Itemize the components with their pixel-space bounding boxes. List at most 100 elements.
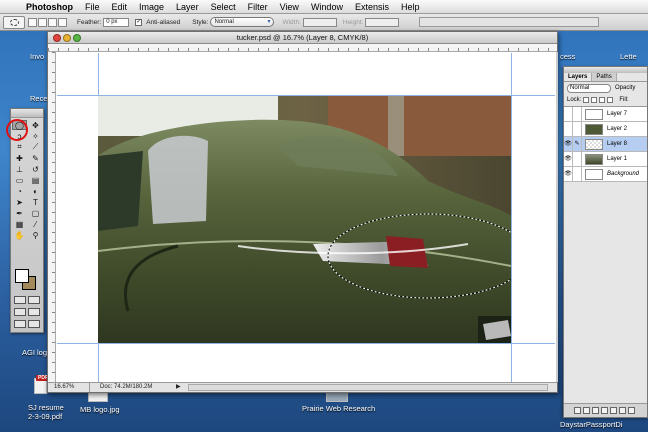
add-selection-button[interactable]	[38, 17, 47, 27]
desktop-label-rece[interactable]: Rece	[30, 94, 48, 103]
blend-mode-select[interactable]: Normal	[567, 83, 611, 93]
lock-image-toggle[interactable]	[591, 97, 598, 103]
type-tool-icon[interactable]: T	[28, 197, 43, 207]
new-layer-button[interactable]	[619, 407, 626, 414]
new-selection-button[interactable]	[28, 17, 37, 27]
menu-extensis[interactable]: Extensis	[349, 0, 395, 14]
desktop-label-sj-resume-file[interactable]: 2-3-09.pdf	[28, 412, 62, 421]
width-input[interactable]	[302, 17, 337, 27]
layer-row[interactable]: 👁 Layer 1	[564, 151, 647, 167]
vertical-scrollbar[interactable]	[556, 52, 558, 382]
eye-icon[interactable]: 👁	[564, 166, 573, 182]
canvas[interactable]	[57, 53, 555, 383]
zoom-field[interactable]: 16.67%	[52, 383, 90, 392]
link-toggle[interactable]	[573, 106, 582, 122]
feather-input[interactable]: 0 px	[103, 17, 130, 27]
eye-icon[interactable]: 👁	[564, 136, 573, 152]
car-photo[interactable]	[98, 96, 511, 343]
imageready-button[interactable]	[14, 320, 26, 328]
shape-tool-icon[interactable]: ▢	[28, 208, 43, 218]
full-screen-button[interactable]	[28, 308, 40, 316]
layer-style-button[interactable]	[583, 407, 590, 414]
hand-tool-icon[interactable]: ✋	[12, 230, 27, 240]
doc-size-readout[interactable]: Doc: 74.2M/180.2M	[100, 383, 152, 392]
menu-filter[interactable]: Filter	[242, 0, 274, 14]
subtract-selection-button[interactable]	[48, 17, 57, 27]
desktop-label-agi-logo[interactable]: AGI log	[22, 348, 47, 357]
menu-app-name[interactable]: Photoshop	[20, 0, 79, 14]
brush-icon[interactable]: ✎	[573, 136, 582, 152]
blur-tool-icon[interactable]: ◔	[12, 186, 27, 196]
tab-paths[interactable]: Paths	[592, 73, 617, 81]
menu-image[interactable]: Image	[133, 0, 170, 14]
layer-row[interactable]: 👁 Background	[564, 166, 647, 182]
desktop-label-lette[interactable]: Lette	[620, 52, 637, 61]
tool-preset-picker[interactable]	[3, 15, 25, 29]
height-input[interactable]	[365, 17, 400, 27]
menu-select[interactable]: Select	[205, 0, 242, 14]
lock-transparency-toggle[interactable]	[583, 97, 590, 103]
layer-row[interactable]: 👁 ✎ Layer 8	[564, 136, 647, 152]
desktop-label-cess[interactable]: cess	[560, 52, 575, 61]
quick-mask-button[interactable]	[28, 296, 40, 304]
menu-help[interactable]: Help	[395, 0, 426, 14]
desktop-label-prairie[interactable]: Prairie Web Research	[302, 404, 375, 413]
desktop-label-sj-resume[interactable]: SJ resume	[28, 403, 64, 412]
minimize-button[interactable]	[63, 34, 71, 42]
add-mask-button[interactable]	[592, 407, 599, 414]
path-selection-icon[interactable]: ➤	[12, 197, 27, 207]
healing-brush-icon[interactable]: ✚	[12, 153, 27, 163]
status-menu-arrow-icon[interactable]: ▶	[176, 383, 181, 392]
intersect-selection-button[interactable]	[58, 17, 67, 27]
eyedropper-tool-icon[interactable]: ⁄	[28, 219, 43, 229]
horizontal-scrollbar[interactable]	[188, 384, 548, 391]
magic-wand-tool-icon[interactable]: ✧	[28, 131, 43, 141]
tab-layers[interactable]: Layers	[564, 73, 593, 81]
notes-tool-icon[interactable]: ▦	[12, 219, 27, 229]
document-titlebar[interactable]: tucker.psd @ 16.7% (Layer 8, CMYK/8)	[48, 32, 557, 44]
new-set-button[interactable]	[601, 407, 608, 414]
menu-window[interactable]: Window	[305, 0, 349, 14]
link-toggle[interactable]	[573, 121, 582, 137]
menu-file[interactable]: File	[79, 0, 106, 14]
lock-position-toggle[interactable]	[599, 97, 606, 103]
clone-stamp-icon[interactable]: ⊥	[12, 164, 27, 174]
menu-view[interactable]: View	[274, 0, 305, 14]
tools-palette-titlebar[interactable]	[11, 109, 43, 118]
gradient-tool-icon[interactable]: ▤	[28, 175, 43, 185]
layer-row[interactable]: Layer 7	[564, 106, 647, 122]
eye-icon[interactable]: 👁	[564, 151, 573, 167]
desktop-label-invo[interactable]: Invo	[30, 52, 44, 61]
move-tool-icon[interactable]: ✥	[28, 120, 43, 130]
link-toggle[interactable]	[573, 166, 582, 182]
close-button[interactable]	[53, 34, 61, 42]
vertical-ruler[interactable]	[48, 52, 56, 382]
dodge-tool-icon[interactable]: ◐	[28, 186, 43, 196]
foreground-color-swatch[interactable]	[15, 269, 29, 283]
adjustment-layer-button[interactable]	[610, 407, 617, 414]
standard-mode-button[interactable]	[14, 296, 26, 304]
pen-tool-icon[interactable]: ✒	[12, 208, 27, 218]
visibility-toggle[interactable]	[564, 106, 573, 122]
menu-layer[interactable]: Layer	[170, 0, 205, 14]
layer-row[interactable]: Layer 2	[564, 121, 647, 137]
crop-tool-icon[interactable]: ⌗	[12, 142, 27, 152]
desktop-label-daystar[interactable]: DaystarPassportDi	[560, 420, 623, 429]
brush-tool-icon[interactable]: ✎	[28, 153, 43, 163]
antialiased-checkbox[interactable]: ✓	[135, 18, 143, 26]
standard-screen-button[interactable]	[14, 308, 26, 316]
zoom-button[interactable]	[73, 34, 81, 42]
palette-well[interactable]	[419, 17, 600, 27]
guide-line[interactable]	[511, 53, 512, 383]
lock-all-toggle[interactable]	[607, 97, 614, 103]
trash-icon[interactable]	[628, 407, 635, 414]
menu-edit[interactable]: Edit	[106, 0, 134, 14]
link-layers-button[interactable]	[574, 407, 581, 414]
link-toggle[interactable]	[573, 151, 582, 167]
horizontal-ruler[interactable]	[48, 44, 557, 52]
eraser-tool-icon[interactable]: ▭	[12, 175, 27, 185]
folder-icon[interactable]	[326, 392, 348, 402]
visibility-toggle[interactable]	[564, 121, 573, 137]
slice-tool-icon[interactable]: ⟋	[28, 142, 43, 152]
history-brush-icon[interactable]: ↺	[28, 164, 43, 174]
